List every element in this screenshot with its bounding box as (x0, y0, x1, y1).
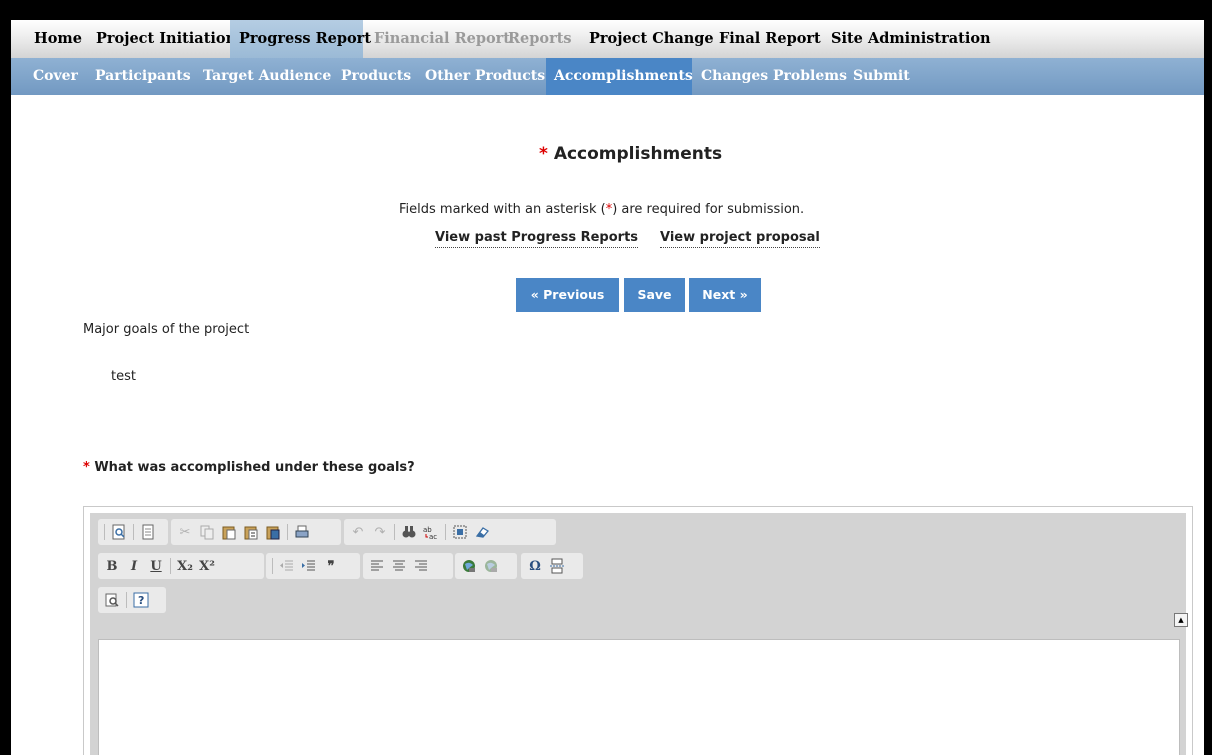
toolbar-separator (126, 592, 127, 608)
templates-icon[interactable] (137, 522, 159, 542)
bold-icon[interactable]: B (101, 556, 123, 576)
spellcheck-icon[interactable] (101, 590, 123, 610)
toolbar-separator (170, 558, 171, 574)
save-button[interactable]: Save (624, 278, 685, 312)
toolbar-group-alignment (363, 553, 453, 579)
toolbar-group-links (455, 553, 517, 579)
previous-button[interactable]: « Previous (516, 278, 619, 312)
view-project-proposal-link[interactable]: View project proposal (660, 230, 820, 248)
next-button[interactable]: Next » (689, 278, 761, 312)
rich-text-editor: ✂ ↶ ↷ ab ac B I U X₂ X² ❞ Ω ? ▲ (83, 506, 1193, 755)
toolbar-group-misc: ? (98, 587, 166, 613)
toolbar-group-edit: ↶ ↷ ab ac (344, 519, 556, 545)
required-note-text: Fields marked with an asterisk ( (399, 202, 606, 217)
find-icon[interactable] (398, 522, 420, 542)
svg-text:ac: ac (429, 533, 437, 540)
toolbar-group-indent: ❞ (266, 553, 360, 579)
top-nav: Home Project Initiation Progress Report … (11, 20, 1204, 59)
top-nav-reports: Reports (508, 30, 572, 47)
top-nav-project-change[interactable]: Project Change (580, 20, 723, 58)
top-nav-progress-report[interactable]: Progress Report (230, 20, 371, 58)
toolbar-separator (104, 524, 105, 540)
toolbar-group-document (98, 519, 168, 545)
undo-icon[interactable]: ↶ (347, 522, 369, 542)
underline-icon[interactable]: U (145, 556, 167, 576)
page-title-text: Accomplishments (553, 144, 723, 164)
toolbar-group-clipboard: ✂ (171, 519, 341, 545)
page-frame: Home Project Initiation Progress Report … (11, 20, 1204, 755)
question-label: * What was accomplished under these goal… (83, 460, 415, 475)
copy-icon[interactable] (196, 522, 218, 542)
special-character-icon[interactable]: Ω (524, 556, 546, 576)
preview-icon[interactable] (108, 522, 130, 542)
superscript-icon[interactable]: X² (196, 556, 218, 576)
top-nav-final-report[interactable]: Final Report (710, 20, 830, 58)
editor-toolbar-area: ✂ ↶ ↷ ab ac B I U X₂ X² ❞ Ω ? ▲ (90, 513, 1188, 755)
indent-icon[interactable] (298, 556, 320, 576)
redo-icon[interactable]: ↷ (369, 522, 391, 542)
goals-label: Major goals of the project (83, 322, 250, 337)
top-nav-project-initiation[interactable]: Project Initiation (87, 20, 245, 58)
link-icon[interactable] (458, 556, 480, 576)
top-nav-financial-report: Financial Report (374, 30, 510, 47)
sub-nav-other-products[interactable]: Other Products (417, 58, 553, 95)
view-past-progress-reports-link[interactable]: View past Progress Reports (435, 230, 639, 248)
required-note: Fields marked with an asterisk (*) are r… (399, 202, 804, 217)
remove-format-icon[interactable] (471, 522, 493, 542)
sub-nav-participants[interactable]: Participants (87, 58, 199, 95)
align-center-icon[interactable] (388, 556, 410, 576)
select-all-icon[interactable] (449, 522, 471, 542)
toolbar-group-insert: Ω (521, 553, 583, 579)
goals-value: test (111, 369, 136, 384)
editor-content-area[interactable] (98, 639, 1180, 755)
toolbar-separator (272, 558, 273, 574)
sub-nav-target-audience[interactable]: Target Audience (195, 58, 339, 95)
required-mark: * (539, 144, 548, 164)
toolbar-separator (445, 524, 446, 540)
top-nav-site-administration[interactable]: Site Administration (822, 20, 1000, 58)
toolbar-separator (287, 524, 288, 540)
help-icon[interactable]: ? (130, 590, 152, 610)
unlink-icon[interactable] (480, 556, 502, 576)
paste-from-word-icon[interactable] (262, 522, 284, 542)
collapse-toolbar-icon[interactable]: ▲ (1174, 613, 1188, 627)
page-title: * Accomplishments (539, 144, 722, 164)
sub-nav-accomplishments[interactable]: Accomplishments (546, 58, 693, 95)
align-right-icon[interactable] (410, 556, 432, 576)
sub-nav: Cover Participants Target Audience Produ… (11, 58, 1204, 95)
toolbar-separator (133, 524, 134, 540)
italic-icon[interactable]: I (123, 556, 145, 576)
top-nav-home[interactable]: Home (25, 20, 91, 58)
required-note-text-end: ) are required for submission. (612, 202, 805, 217)
help-glyph: ? (138, 594, 144, 607)
align-left-icon[interactable] (366, 556, 388, 576)
toolbar-group-basic-styles: B I U X₂ X² (98, 553, 264, 579)
question-text: What was accomplished under these goals? (94, 460, 415, 475)
outdent-icon[interactable] (276, 556, 298, 576)
cut-icon[interactable]: ✂ (174, 522, 196, 542)
paste-text-icon[interactable] (240, 522, 262, 542)
paste-icon[interactable] (218, 522, 240, 542)
blockquote-icon[interactable]: ❞ (320, 556, 342, 576)
subscript-icon[interactable]: X₂ (174, 556, 196, 576)
print-icon[interactable] (291, 522, 313, 542)
sub-nav-cover[interactable]: Cover (25, 58, 86, 95)
question-required-mark: * (83, 460, 90, 475)
sub-nav-changes-problems[interactable]: Changes Problems (693, 58, 855, 95)
page-break-icon[interactable] (546, 556, 568, 576)
toolbar-separator (394, 524, 395, 540)
sub-nav-products[interactable]: Products (333, 58, 419, 95)
replace-icon[interactable]: ab ac (420, 522, 442, 542)
sub-nav-submit[interactable]: Submit (845, 58, 918, 95)
